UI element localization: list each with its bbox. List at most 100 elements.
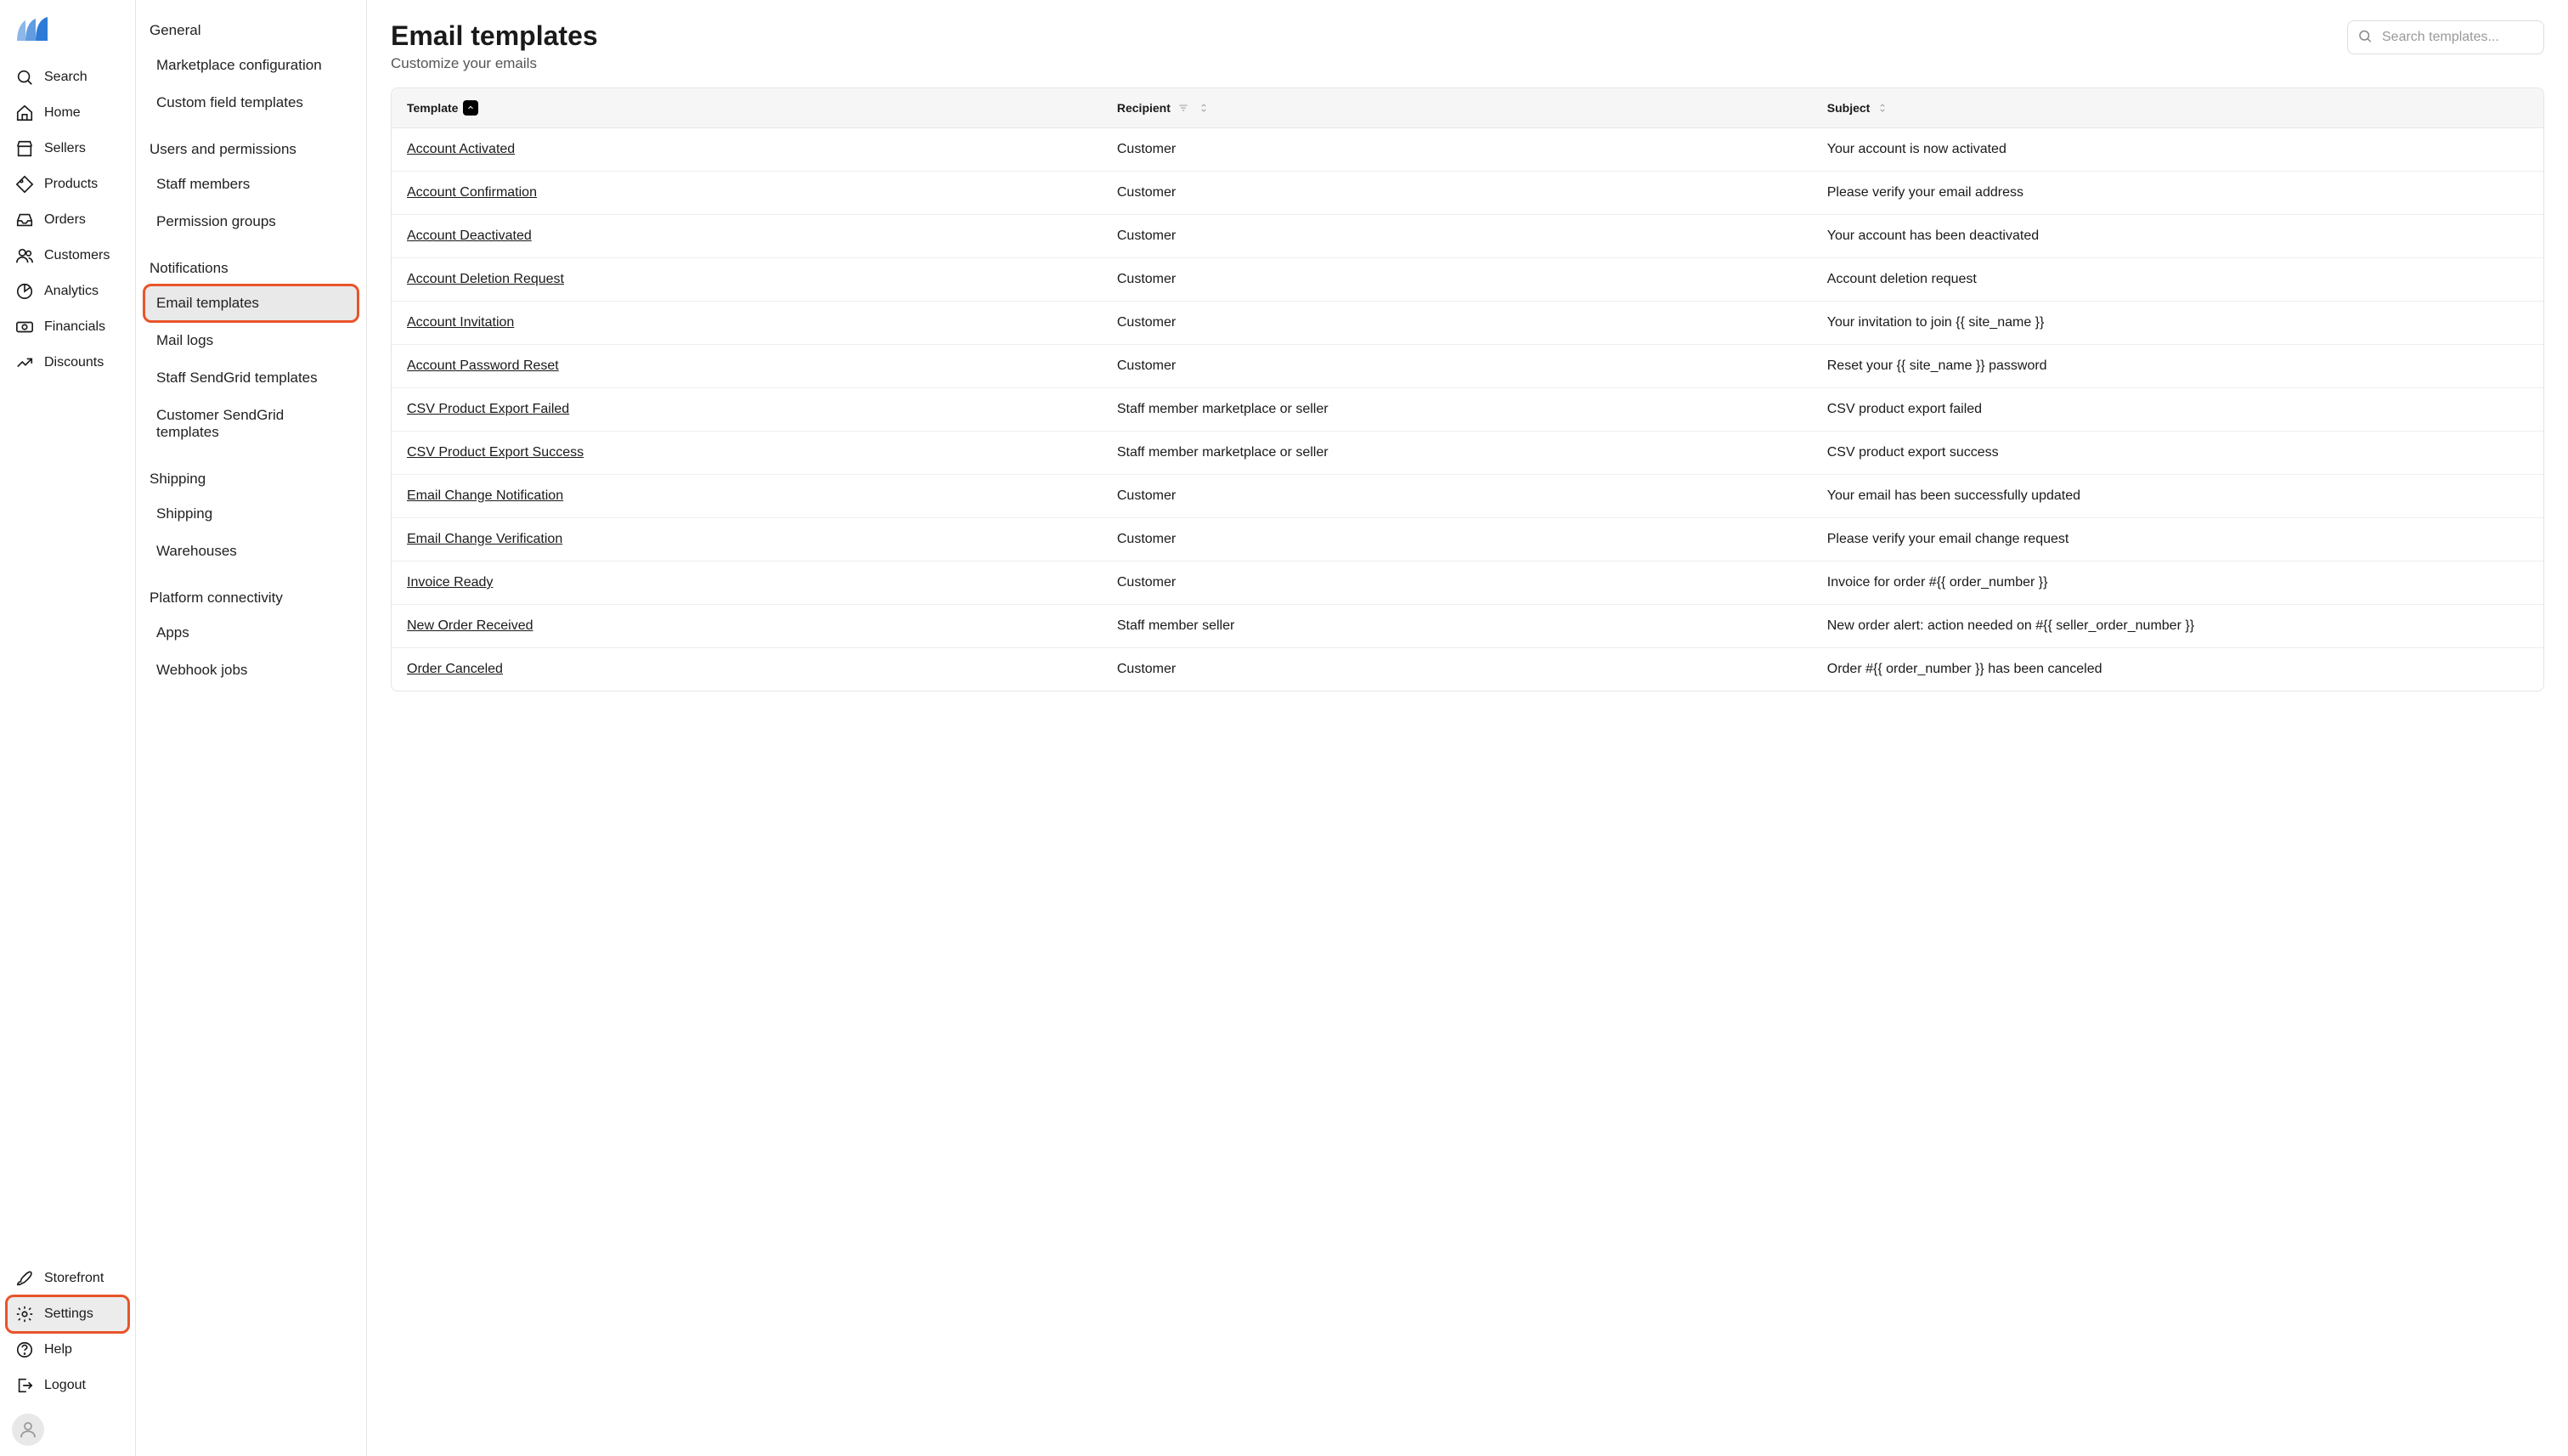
cell-template: Email Change Verification [392,518,1102,561]
brush-icon [15,1269,34,1288]
template-link[interactable]: Account Deactivated [407,229,532,244]
filter-icon [1176,100,1191,116]
settings-item-staff-members[interactable]: Staff members [144,166,358,202]
settings-item-mail-logs[interactable]: Mail logs [144,323,358,358]
nav-home[interactable]: Home [7,95,128,131]
template-link[interactable]: Account Activated [407,142,515,157]
settings-item-webhook-jobs[interactable]: Webhook jobs [144,652,358,688]
nav-help[interactable]: Help [7,1332,128,1368]
table-row: Account Activated CustomerYour account is… [392,128,2543,172]
search-icon [2357,29,2373,47]
nav-storefront[interactable]: Storefront [7,1261,128,1296]
nav-search[interactable]: Search [7,59,128,95]
primary-sidebar: Search Home Sellers Products Orders Cust… [0,0,136,1456]
money-icon [15,318,34,336]
nav-label: Products [44,177,98,192]
cell-template: Account Deletion Request [392,258,1102,301]
cell-recipient: Customer [1102,475,1812,517]
cell-subject: Please verify your email change request [1812,518,2543,561]
cell-subject: CSV product export success [1812,432,2543,474]
search-icon [15,68,34,87]
nav-label: Financials [44,319,105,335]
settings-item-shipping[interactable]: Shipping [144,496,358,532]
template-link[interactable]: Email Change Notification [407,488,563,504]
settings-item-email-templates[interactable]: Email templates [144,285,358,321]
cell-template: Account Activated [392,128,1102,171]
table-row: Account ConfirmationCustomerPlease verif… [392,172,2543,215]
templates-table: Template Recipient Subject Account Activ… [391,87,2544,691]
cell-recipient: Customer [1102,648,1812,691]
template-link[interactable]: Account Invitation [407,315,514,330]
table-row: Email Change Verification CustomerPlease … [392,518,2543,562]
cell-recipient: Staff member marketplace or seller [1102,432,1812,474]
nav-orders[interactable]: Orders [7,202,128,238]
settings-item-apps[interactable]: Apps [144,615,358,651]
template-link[interactable]: Account Password Reset [407,358,559,374]
nav-settings[interactable]: Settings [7,1296,128,1332]
template-link[interactable]: Order Canceled [407,662,503,677]
settings-sidebar: General Marketplace configuration Custom… [136,0,367,1456]
cell-recipient: Customer [1102,258,1812,301]
template-link[interactable]: Account Deletion Request [407,272,564,287]
logo [14,17,49,44]
cell-subject: Your email has been successfully updated [1812,475,2543,517]
settings-group-shipping: Shipping [144,464,358,496]
nav-customers[interactable]: Customers [7,238,128,274]
settings-item-warehouses[interactable]: Warehouses [144,533,358,569]
cell-recipient: Customer [1102,518,1812,561]
cell-template: Order Canceled [392,648,1102,691]
search-input[interactable] [2347,20,2544,54]
avatar[interactable] [12,1414,44,1446]
table-row: Order Canceled CustomerOrder #{{ order_nu… [392,648,2543,691]
column-subject[interactable]: Subject [1812,88,2543,127]
table-row: CSV Product Export Success Staff member m… [392,432,2543,475]
template-link[interactable]: New Order Received [407,618,533,634]
nav-analytics[interactable]: Analytics [7,274,128,309]
nav-label: Sellers [44,141,86,156]
cell-subject: Please verify your email address [1812,172,2543,214]
settings-item-custom-field-templates[interactable]: Custom field templates [144,85,358,121]
logout-icon [15,1376,34,1395]
cell-recipient: Customer [1102,215,1812,257]
settings-item-customer-sendgrid[interactable]: Customer SendGrid templates [144,398,358,450]
cell-template: Account Password Reset [392,345,1102,387]
main-content: Email templates Customize your emails Te… [367,0,2568,1456]
template-link[interactable]: CSV Product Export Failed [407,402,569,417]
settings-item-permission-groups[interactable]: Permission groups [144,204,358,240]
cell-recipient: Customer [1102,128,1812,171]
users-icon [15,246,34,265]
nav-sellers[interactable]: Sellers [7,131,128,166]
table-row: New Order ReceivedStaff member sellerNew… [392,605,2543,648]
template-link[interactable]: Account Confirmation [407,185,537,200]
cell-recipient: Customer [1102,562,1812,604]
settings-item-marketplace-config[interactable]: Marketplace configuration [144,48,358,83]
cell-subject: Order #{{ order_number }} has been cance… [1812,648,2543,691]
cell-template: Account Deactivated [392,215,1102,257]
template-link[interactable]: Email Change Verification [407,532,562,547]
column-label: Subject [1827,101,1871,115]
cell-recipient: Staff member seller [1102,605,1812,647]
cell-subject: Invoice for order #{{ order_number }} [1812,562,2543,604]
cell-template: CSV Product Export Failed [392,388,1102,431]
table-row: Account DeactivatedCustomerYour account … [392,215,2543,258]
column-label: Recipient [1117,101,1171,115]
nav-logout[interactable]: Logout [7,1368,128,1403]
cell-recipient: Staff member marketplace or seller [1102,388,1812,431]
settings-item-staff-sendgrid[interactable]: Staff SendGrid templates [144,360,358,396]
nav-financials[interactable]: Financials [7,309,128,345]
column-template[interactable]: Template [392,88,1102,127]
nav-discounts[interactable]: Discounts [7,345,128,381]
cell-template: Account Confirmation [392,172,1102,214]
table-row: Account Password ResetCustomerReset your… [392,345,2543,388]
cell-subject: Reset your {{ site_name }} password [1812,345,2543,387]
settings-group-general: General [144,15,358,48]
nav-products[interactable]: Products [7,166,128,202]
column-recipient[interactable]: Recipient [1102,88,1812,127]
cell-subject: Account deletion request [1812,258,2543,301]
table-row: CSV Product Export Failed Staff member ma… [392,388,2543,432]
template-link[interactable]: Invoice Ready [407,575,493,590]
home-icon [15,104,34,122]
template-link[interactable]: CSV Product Export Success [407,445,584,460]
store-icon [15,139,34,158]
cell-subject: Your account is now activated [1812,128,2543,171]
